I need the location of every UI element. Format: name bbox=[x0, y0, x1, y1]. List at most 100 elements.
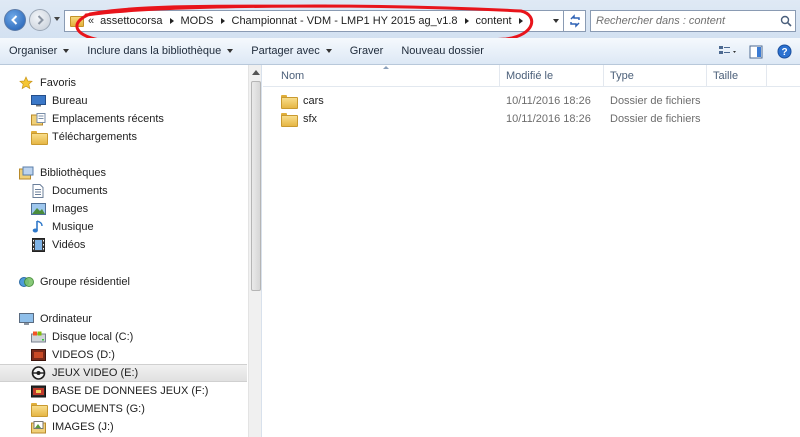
help-icon: ? bbox=[777, 44, 791, 59]
breadcrumb-overflow[interactable]: « bbox=[88, 15, 94, 27]
nav-documents-label: Documents bbox=[52, 185, 108, 197]
nav-drive-d[interactable]: VIDEOS (D:) bbox=[0, 346, 247, 364]
nav-libraries-label: Bibliothèques bbox=[40, 167, 107, 179]
column-header-size[interactable]: Taille bbox=[707, 65, 767, 87]
new-folder-button[interactable]: Nouveau dossier bbox=[392, 38, 493, 64]
nav-drive-c-label: Disque local (C:) bbox=[52, 331, 134, 343]
nav-videos[interactable]: Vidéos bbox=[0, 236, 247, 254]
search-icon[interactable] bbox=[777, 15, 795, 27]
computer-icon bbox=[18, 312, 34, 326]
nav-scrollbar[interactable] bbox=[248, 65, 261, 437]
chevron-down-icon bbox=[63, 49, 70, 53]
address-bar[interactable]: « assettocorsa MODS Championnat - VDM - … bbox=[64, 10, 564, 32]
file-type: Dossier de fichiers bbox=[610, 113, 701, 125]
burn-label: Graver bbox=[349, 45, 384, 57]
forward-button[interactable] bbox=[29, 9, 51, 31]
view-options-button[interactable] bbox=[718, 43, 738, 61]
search-box[interactable] bbox=[590, 10, 796, 32]
help-button[interactable]: ? bbox=[774, 43, 794, 61]
file-row[interactable]: cars 10/11/2016 18:26 Dossier de fichier… bbox=[263, 92, 800, 110]
star-icon bbox=[18, 76, 34, 90]
nav-images[interactable]: Images bbox=[0, 200, 247, 218]
burn-button[interactable]: Graver bbox=[341, 38, 393, 64]
picture-icon bbox=[30, 202, 46, 216]
file-date: 10/11/2016 18:26 bbox=[506, 113, 591, 125]
file-name-cell: cars bbox=[263, 95, 500, 107]
breadcrumb-item[interactable]: assettocorsa bbox=[100, 15, 162, 27]
nav-homegroup[interactable]: Groupe résidentiel bbox=[0, 273, 247, 291]
preview-pane-button[interactable] bbox=[746, 43, 766, 61]
file-date: 10/11/2016 18:26 bbox=[506, 95, 591, 107]
nav-documents[interactable]: Documents bbox=[0, 182, 247, 200]
refresh-icon bbox=[569, 14, 580, 28]
file-list: Nom Modifié le Type Taille cars 10/11/20… bbox=[263, 65, 800, 437]
include-in-library-button[interactable]: Inclure dans la bibliothèque bbox=[78, 38, 242, 64]
nav-drive-g[interactable]: DOCUMENTS (G:) bbox=[0, 400, 247, 418]
column-header-date[interactable]: Modifié le bbox=[500, 65, 604, 87]
refresh-button[interactable] bbox=[564, 10, 586, 32]
folder-icon bbox=[281, 113, 297, 125]
back-button[interactable] bbox=[4, 9, 26, 31]
nav-drive-d-label: VIDEOS (D:) bbox=[52, 349, 115, 361]
nav-desktop[interactable]: Bureau bbox=[0, 92, 247, 110]
nav-computer[interactable]: Ordinateur bbox=[0, 310, 247, 328]
breadcrumb-separator-icon[interactable] bbox=[464, 18, 469, 24]
chevron-down-icon bbox=[227, 49, 234, 53]
recent-pages-dropdown[interactable] bbox=[54, 17, 60, 21]
breadcrumb-item[interactable]: content bbox=[476, 15, 512, 27]
nav-drive-e[interactable]: JEUX VIDEO (E:) bbox=[0, 364, 247, 382]
nav-music[interactable]: Musique bbox=[0, 218, 247, 236]
nav-drive-c[interactable]: Disque local (C:) bbox=[0, 328, 247, 346]
database-drive-icon bbox=[30, 384, 46, 398]
nav-recent-places[interactable]: Emplacements récents bbox=[0, 110, 247, 128]
file-name: cars bbox=[303, 95, 324, 107]
breadcrumb-item[interactable]: MODS bbox=[181, 15, 214, 27]
nav-drive-f[interactable]: BASE DE DONNEES JEUX (F:) bbox=[0, 382, 247, 400]
navigation-pane: Favoris Bureau Emplacements récents Télé… bbox=[0, 65, 262, 437]
column-headers: Nom Modifié le Type Taille bbox=[263, 65, 800, 87]
videos-drive-icon bbox=[30, 348, 46, 362]
nav-computer-label: Ordinateur bbox=[40, 313, 92, 325]
nav-favorites[interactable]: Favoris bbox=[0, 74, 247, 92]
recent-places-icon bbox=[30, 112, 46, 126]
file-name-cell: sfx bbox=[263, 113, 500, 125]
folder-icon bbox=[70, 15, 84, 27]
nav-favorites-label: Favoris bbox=[40, 77, 77, 89]
nav-drive-f-label: BASE DE DONNEES JEUX (F:) bbox=[52, 385, 209, 397]
breadcrumb: « assettocorsa MODS Championnat - VDM - … bbox=[88, 15, 563, 27]
include-label: Inclure dans la bibliothèque bbox=[87, 45, 222, 57]
scroll-thumb[interactable] bbox=[251, 81, 261, 291]
documents-drive-icon bbox=[30, 402, 48, 417]
file-row[interactable]: sfx 10/11/2016 18:26 Dossier de fichiers bbox=[263, 110, 800, 128]
arrow-left-icon bbox=[11, 15, 18, 25]
file-type: Dossier de fichiers bbox=[610, 95, 701, 107]
preview-pane-icon bbox=[749, 45, 763, 58]
breadcrumb-separator-icon[interactable] bbox=[169, 18, 174, 24]
organize-label: Organiser bbox=[9, 45, 58, 57]
share-with-button[interactable]: Partager avec bbox=[242, 38, 340, 64]
scroll-up-icon[interactable] bbox=[252, 70, 260, 75]
breadcrumb-separator-icon[interactable] bbox=[518, 18, 523, 24]
nav-drive-j[interactable]: IMAGES (J:) bbox=[0, 418, 247, 436]
libraries-icon bbox=[18, 166, 34, 180]
search-input[interactable] bbox=[596, 15, 777, 27]
images-drive-icon bbox=[30, 420, 46, 434]
nav-music-label: Musique bbox=[52, 221, 94, 233]
document-icon bbox=[30, 184, 46, 198]
homegroup-icon bbox=[18, 275, 34, 289]
column-header-name[interactable]: Nom bbox=[263, 65, 500, 87]
nav-downloads[interactable]: Téléchargements bbox=[0, 128, 247, 146]
address-row: « assettocorsa MODS Championnat - VDM - … bbox=[0, 0, 800, 46]
breadcrumb-separator-icon[interactable] bbox=[220, 18, 225, 24]
breadcrumb-item[interactable]: Championnat - VDM - LMP1 HY 2015 ag_v1.8 bbox=[232, 15, 458, 27]
music-note-icon bbox=[30, 220, 46, 234]
sort-ascending-icon bbox=[383, 66, 389, 69]
nav-libraries[interactable]: Bibliothèques bbox=[0, 164, 247, 182]
arrow-right-icon bbox=[37, 15, 44, 25]
organize-button[interactable]: Organiser bbox=[0, 38, 78, 64]
address-dropdown[interactable] bbox=[553, 19, 559, 23]
column-header-type[interactable]: Type bbox=[604, 65, 707, 87]
nav-drive-j-label: IMAGES (J:) bbox=[52, 421, 114, 433]
nav-homegroup-label: Groupe résidentiel bbox=[40, 276, 130, 288]
chevron-down-icon bbox=[325, 49, 332, 53]
